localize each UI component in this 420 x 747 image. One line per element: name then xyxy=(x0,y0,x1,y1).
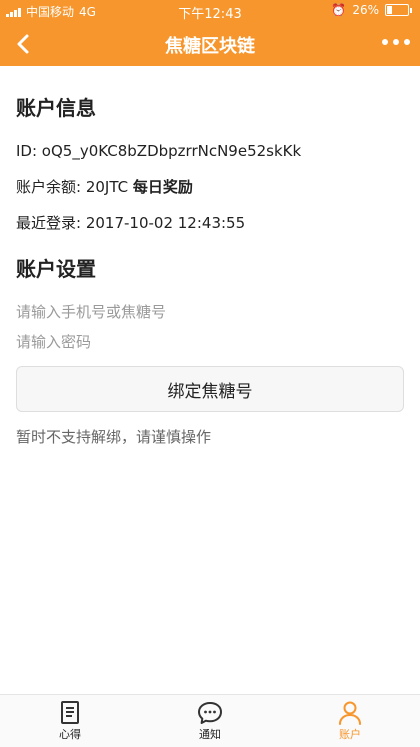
notebook-icon xyxy=(61,701,79,724)
main-content: 账户信息 ID: oQ5_y0KC8bZDbpzrrNcN9e52skKk 账户… xyxy=(16,92,404,447)
account-settings-heading: 账户设置 xyxy=(16,257,96,281)
more-icon[interactable] xyxy=(382,39,410,45)
navigation-bar: 焦糖区块链 xyxy=(0,22,420,66)
last-login: 最近登录: 2017-10-02 12:43:55 xyxy=(16,214,246,232)
balance-row: 账户余额: 20JTC 每日奖励 xyxy=(16,175,404,199)
account-id: ID: oQ5_y0KC8bZDbpzrrNcN9e52skKk xyxy=(16,142,302,160)
battery-icon xyxy=(385,4,409,16)
page-title: 焦糖区块链 xyxy=(165,36,255,57)
balance-text: 账户余额: 20JTC xyxy=(16,178,129,196)
tab-label-notifications: 通知 xyxy=(199,728,221,741)
bind-button[interactable]: 绑定焦糖号 xyxy=(16,366,404,412)
battery-tip xyxy=(410,7,412,13)
status-right: ⏰ 26% xyxy=(331,3,412,17)
tab-notes[interactable]: 心得 xyxy=(20,695,120,747)
bind-note: 暂时不支持解绑，请谨慎操作 xyxy=(16,428,212,446)
tab-label-notes: 心得 xyxy=(59,728,81,741)
daily-reward-link[interactable]: 每日奖励 xyxy=(133,178,193,196)
top-bar: 中国移动 4G 下午12:43 ⏰ 26% 焦糖区块链 xyxy=(0,0,420,66)
account-info-heading: 账户信息 xyxy=(16,96,96,120)
phone-input[interactable] xyxy=(16,300,404,324)
tab-bar: 心得 通知 账户 xyxy=(0,694,420,747)
status-bar: 中国移动 4G 下午12:43 ⏰ 26% xyxy=(0,0,420,22)
chat-bubble-icon xyxy=(198,702,222,724)
battery-text: 26% xyxy=(352,3,379,17)
tab-notifications[interactable]: 通知 xyxy=(160,695,260,747)
alarm-icon: ⏰ xyxy=(331,3,347,17)
account-settings: 账户设置 绑定焦糖号 暂时不支持解绑，请谨慎操作 xyxy=(16,253,404,447)
tab-label-account: 账户 xyxy=(339,728,361,741)
tab-account[interactable]: 账户 xyxy=(300,695,400,747)
password-input[interactable] xyxy=(16,330,404,354)
user-icon xyxy=(339,701,361,725)
